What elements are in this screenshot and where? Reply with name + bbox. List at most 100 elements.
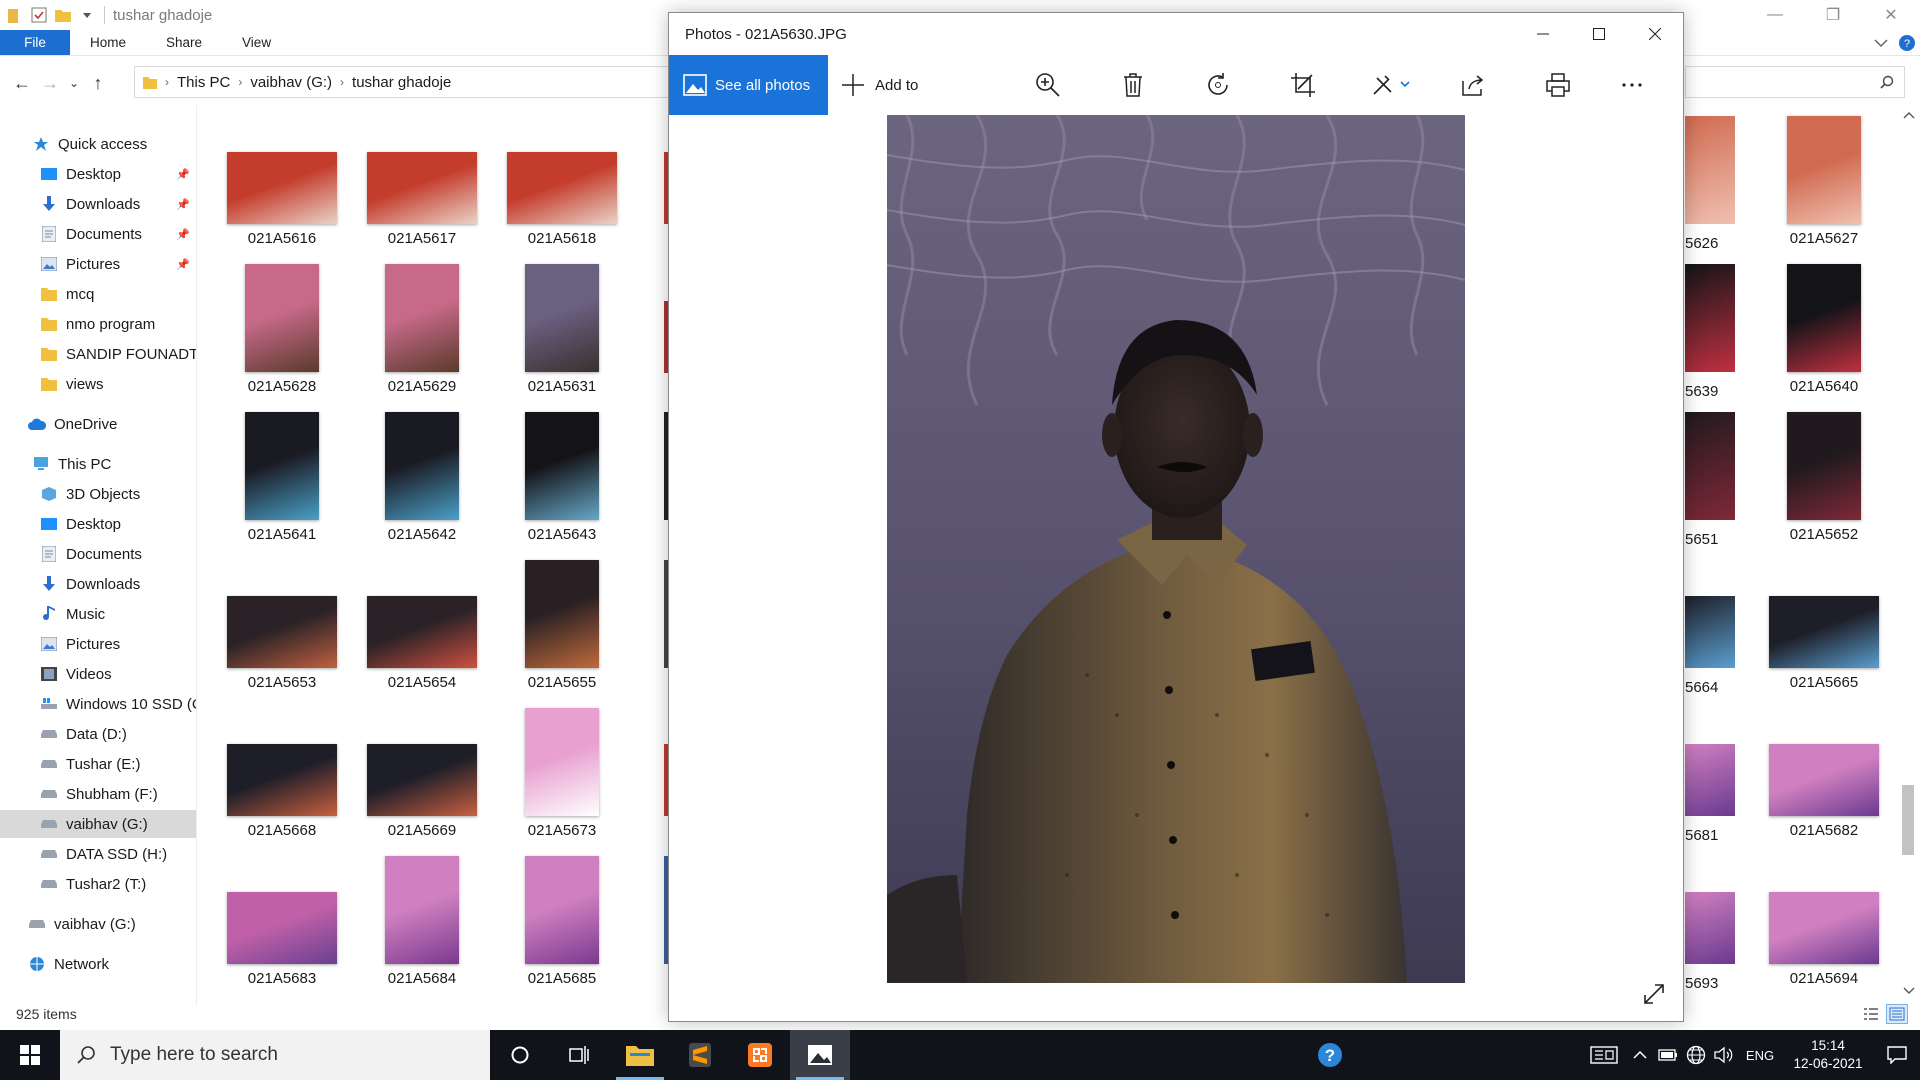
print-icon[interactable]	[1538, 55, 1578, 115]
notifications-button[interactable]	[1874, 1030, 1920, 1080]
file-thumbnail[interactable]: 021A5641	[212, 400, 352, 548]
nav-pc-downloads[interactable]: Downloads	[0, 570, 196, 598]
customize-qa-icon[interactable]	[78, 6, 96, 24]
news-icon[interactable]	[1582, 1030, 1626, 1080]
nav-qa-views[interactable]: views	[0, 370, 196, 398]
taskbar-file-explorer[interactable]	[610, 1030, 670, 1080]
nav-qa-nmo-program[interactable]: nmo program	[0, 310, 196, 338]
nav-pc-drive-h[interactable]: DATA SSD (H:)	[0, 840, 196, 868]
file-thumbnail[interactable]: 021A5628	[212, 252, 352, 400]
nav-pc-videos[interactable]: Videos	[0, 660, 196, 688]
delete-icon[interactable]	[1113, 55, 1153, 115]
help-app-button[interactable]: ?	[1310, 1030, 1350, 1080]
file-thumbnail-partial[interactable]: 5681	[1685, 696, 1735, 844]
taskbar-xampp[interactable]	[730, 1030, 790, 1080]
nav-qa-mcq[interactable]: mcq	[0, 280, 196, 308]
cortana-button[interactable]	[490, 1030, 550, 1080]
nav-pc-music[interactable]: Music	[0, 600, 196, 628]
nav-qa-documents[interactable]: Documents 📌	[0, 220, 196, 248]
file-thumbnail-partial[interactable]: 5639	[1685, 252, 1735, 400]
breadcrumb-item[interactable]: vaibhav (G:)	[250, 74, 332, 91]
zoom-icon[interactable]	[1028, 55, 1068, 115]
nav-pc-desktop[interactable]: Desktop	[0, 510, 196, 538]
clock[interactable]: 15:14 12-06-2021	[1782, 1037, 1874, 1073]
nav-pc-documents[interactable]: Documents	[0, 540, 196, 568]
taskbar-sublime-text[interactable]	[670, 1030, 730, 1080]
nav-pc-drive-e[interactable]: Tushar (E:)	[0, 750, 196, 778]
file-thumbnail[interactable]: 021A5682	[1754, 696, 1894, 844]
file-thumbnail[interactable]: 021A5668	[212, 696, 352, 844]
back-button[interactable]: ←	[8, 68, 36, 98]
rotate-icon[interactable]	[1198, 55, 1238, 115]
expand-ribbon-icon[interactable]	[1874, 38, 1888, 48]
nav-onedrive[interactable]: OneDrive	[0, 410, 196, 438]
minimize-button[interactable]	[1515, 13, 1571, 55]
breadcrumb-item[interactable]: tushar ghadoje	[352, 74, 451, 91]
minimize-button[interactable]: —	[1746, 0, 1804, 30]
file-thumbnail-partial[interactable]: 5693	[1685, 844, 1735, 992]
file-thumbnail[interactable]: 021A5669	[352, 696, 492, 844]
file-thumbnail-partial[interactable]: 5664	[1685, 548, 1735, 696]
close-button[interactable]: ✕	[1862, 0, 1920, 30]
nav-drive-root[interactable]: vaibhav (G:)	[0, 910, 196, 938]
forward-button[interactable]: →	[36, 68, 64, 98]
tab-home[interactable]: Home	[70, 30, 146, 55]
volume-icon[interactable]	[1710, 1030, 1738, 1080]
nav-qa-sandip[interactable]: SANDIP FOUNADTI	[0, 340, 196, 368]
file-thumbnail[interactable]: 021A5652	[1754, 400, 1894, 548]
up-button[interactable]: ↑	[84, 68, 112, 98]
nav-this-pc[interactable]: This PC	[0, 450, 196, 478]
share-icon[interactable]	[1453, 55, 1493, 115]
properties-icon[interactable]	[30, 6, 48, 24]
file-thumbnail[interactable]: 021A5642	[352, 400, 492, 548]
file-thumbnail[interactable]: 021A5694	[1754, 844, 1894, 992]
maximize-button[interactable]	[1571, 13, 1627, 55]
nav-qa-downloads[interactable]: Downloads 📌	[0, 190, 196, 218]
file-thumbnail[interactable]: 021A5616	[212, 104, 352, 252]
file-thumbnail[interactable]: 021A5665	[1754, 548, 1894, 696]
nav-network[interactable]: Network	[0, 950, 196, 978]
breadcrumb-item[interactable]: This PC	[177, 74, 230, 91]
nav-pc-pictures[interactable]: Pictures	[0, 630, 196, 658]
file-thumbnail-partial[interactable]: 5626	[1685, 104, 1735, 252]
file-thumbnail[interactable]: 021A5617	[352, 104, 492, 252]
start-button[interactable]	[0, 1030, 60, 1080]
search-input[interactable]	[1685, 66, 1905, 98]
battery-icon[interactable]	[1654, 1030, 1682, 1080]
close-button[interactable]	[1627, 13, 1683, 55]
nav-pc-drive-f[interactable]: Shubham (F:)	[0, 780, 196, 808]
see-all-photos-button[interactable]: See all photos	[669, 55, 828, 115]
file-thumbnail[interactable]: 021A5685	[492, 844, 632, 992]
nav-qa-desktop[interactable]: Desktop 📌	[0, 160, 196, 188]
scrollbar-thumb[interactable]	[1902, 785, 1914, 855]
large-icons-view-button[interactable]	[1886, 1004, 1908, 1024]
tab-view[interactable]: View	[222, 30, 291, 55]
nav-pc-3d-objects[interactable]: 3D Objects	[0, 480, 196, 508]
details-view-button[interactable]	[1860, 1004, 1882, 1024]
file-thumbnail[interactable]: 021A5631	[492, 252, 632, 400]
file-thumbnail[interactable]: 021A5654	[352, 548, 492, 696]
file-thumbnail[interactable]: 021A5629	[352, 252, 492, 400]
taskbar-photos[interactable]	[790, 1030, 850, 1080]
file-thumbnail[interactable]: 021A5643	[492, 400, 632, 548]
file-thumbnail[interactable]: 021A5640	[1754, 252, 1894, 400]
help-icon[interactable]: ?	[1898, 34, 1916, 52]
language-indicator[interactable]: ENG	[1738, 1030, 1782, 1080]
file-thumbnail-partial[interactable]: 5651	[1685, 400, 1735, 548]
globe-network-icon[interactable]	[1682, 1030, 1710, 1080]
file-thumbnail[interactable]: 021A5683	[212, 844, 352, 992]
nav-pc-drive-d[interactable]: Data (D:)	[0, 720, 196, 748]
fullscreen-icon[interactable]	[1639, 979, 1669, 1009]
nav-quick-access[interactable]: Quick access	[0, 130, 196, 158]
new-folder-icon[interactable]	[54, 6, 72, 24]
restore-button[interactable]: ❐	[1804, 0, 1862, 30]
nav-pc-drive-t[interactable]: Tushar2 (T:)	[0, 870, 196, 898]
show-hidden-icons-icon[interactable]	[1626, 1030, 1654, 1080]
file-thumbnail[interactable]: 021A5655	[492, 548, 632, 696]
file-thumbnail[interactable]: 021A5618	[492, 104, 632, 252]
tab-file[interactable]: File	[0, 30, 70, 55]
file-thumbnail[interactable]: 021A5627	[1754, 104, 1894, 252]
nav-pc-drive-g[interactable]: vaibhav (G:)	[0, 810, 196, 838]
taskbar-search-box[interactable]: Type here to search	[60, 1030, 490, 1080]
photo-view[interactable]	[887, 115, 1465, 983]
